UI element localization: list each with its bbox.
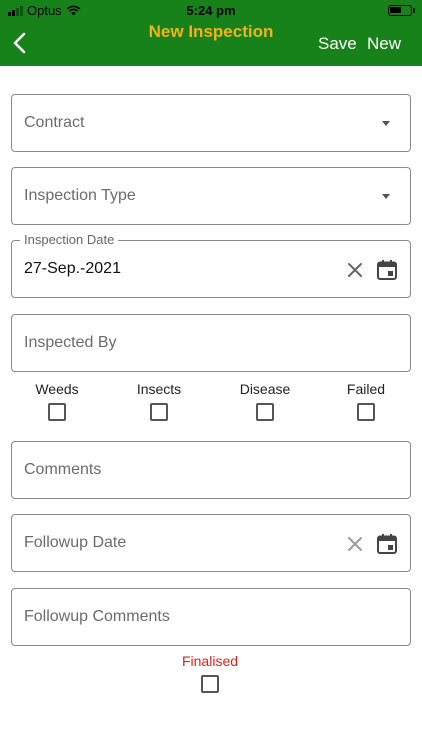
failed-checkbox[interactable] xyxy=(357,403,375,421)
finalised-checkbox-group: Finalised xyxy=(150,653,270,693)
calendar-icon[interactable] xyxy=(375,258,399,282)
status-bar: Optus 5:24 pm xyxy=(0,0,422,22)
inspection-type-placeholder: Inspection Type xyxy=(24,187,136,204)
inspection-type-select[interactable]: Inspection Type xyxy=(11,167,411,225)
failed-checkbox-group: Failed xyxy=(326,381,406,421)
failed-label: Failed xyxy=(346,381,386,397)
app-header: Optus 5:24 pm New Inspection Save New xyxy=(0,0,422,66)
clear-icon[interactable] xyxy=(343,258,367,282)
insects-checkbox-group: Insects xyxy=(119,381,199,421)
inspected-by-input[interactable]: Inspected By xyxy=(11,314,411,372)
disease-checkbox[interactable] xyxy=(256,403,274,421)
dropdown-caret-icon xyxy=(382,194,390,199)
new-button[interactable]: New xyxy=(367,34,401,54)
comments-placeholder: Comments xyxy=(24,461,102,478)
dropdown-caret-icon xyxy=(382,121,390,126)
followup-date-placeholder: Followup Date xyxy=(24,534,127,551)
page-title: New Inspection xyxy=(148,22,274,41)
save-button[interactable]: Save xyxy=(318,34,357,54)
inspection-date-value: 27-Sep.-2021 xyxy=(24,260,121,277)
inspected-by-placeholder: Inspected By xyxy=(24,334,117,351)
weeds-label: Weeds xyxy=(35,381,79,397)
calendar-icon[interactable] xyxy=(375,532,399,556)
finalised-label: Finalised xyxy=(181,653,239,669)
clear-icon[interactable] xyxy=(343,532,367,556)
followup-date-field[interactable]: Followup Date xyxy=(11,514,411,572)
weeds-checkbox-group: Weeds xyxy=(17,381,97,421)
contract-placeholder: Contract xyxy=(24,114,85,131)
issue-checkboxes: Weeds Insects Disease Failed xyxy=(0,381,422,425)
inspection-date-field[interactable]: Inspection Date 27-Sep.-2021 xyxy=(11,232,411,298)
disease-checkbox-group: Disease xyxy=(225,381,305,421)
insects-checkbox[interactable] xyxy=(150,403,168,421)
comments-input[interactable]: Comments xyxy=(11,441,411,499)
insects-label: Insects xyxy=(136,381,182,397)
weeds-checkbox[interactable] xyxy=(48,403,66,421)
inspection-date-label: Inspection Date xyxy=(20,232,119,247)
followup-comments-placeholder: Followup Comments xyxy=(24,608,170,625)
status-time: 5:24 pm xyxy=(186,3,236,18)
followup-comments-input[interactable]: Followup Comments xyxy=(11,588,411,646)
finalised-checkbox[interactable] xyxy=(201,675,219,693)
contract-select[interactable]: Contract xyxy=(11,94,411,152)
disease-label: Disease xyxy=(239,381,291,397)
battery-icon xyxy=(388,5,415,16)
